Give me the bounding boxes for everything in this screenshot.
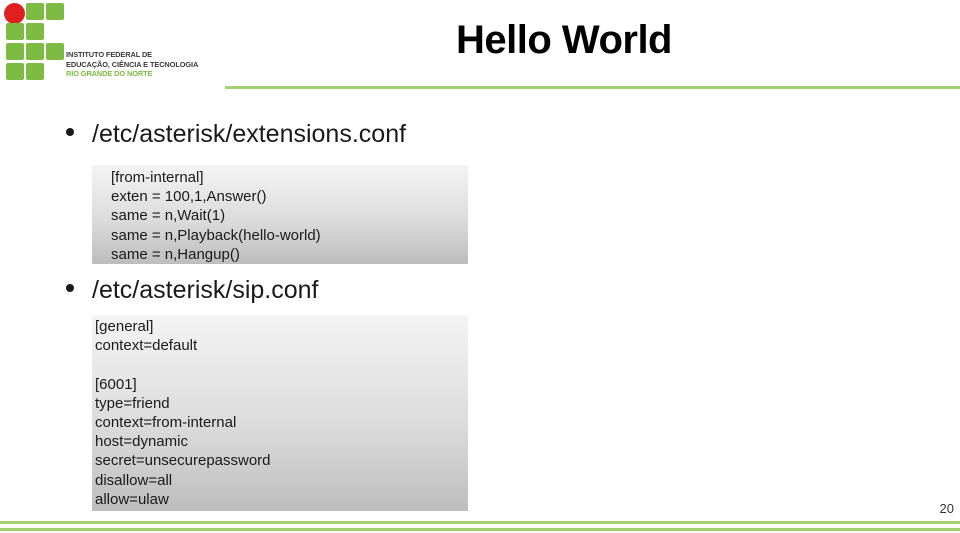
code-line: context=default — [95, 337, 198, 355]
logo-red-circle — [4, 3, 25, 24]
code-line: allow=ulaw — [95, 490, 169, 508]
code-line: host=dynamic — [95, 433, 188, 451]
logo-square — [26, 63, 44, 80]
bullet-icon — [66, 128, 74, 136]
bullet-item: /etc/asterisk/extensions.conf — [66, 120, 406, 149]
code-line: [from-internal] — [111, 169, 204, 186]
code-line: type=friend — [95, 394, 170, 412]
logo-square — [6, 43, 24, 60]
logo-line-1: INSTITUTO FEDERAL DE — [66, 50, 153, 59]
logo-square — [26, 3, 44, 20]
logo-square — [46, 3, 64, 20]
code-block-sip: [general] context=default [6001] type=fr… — [92, 315, 468, 511]
code-line: secret=unsecurepassword — [95, 452, 271, 470]
code-line: [6001] — [95, 375, 137, 393]
logo-line-3: RIO GRANDE DO NORTE — [66, 69, 153, 79]
logo-square — [26, 43, 44, 60]
logo-square — [6, 23, 24, 40]
bullet-label: /etc/asterisk/extensions.conf — [92, 120, 407, 148]
logo-line-2: EDUCAÇÃO, CIÊNCIA E TECNOLOGIA — [66, 59, 199, 69]
code-line: same = n,Wait(1) — [111, 207, 226, 225]
code-line: [general] — [95, 318, 154, 335]
bullet-item: /etc/asterisk/sip.conf — [66, 276, 318, 305]
logo-square — [26, 23, 44, 40]
code-block-extensions: [from-internal] exten = 100,1,Answer() s… — [92, 165, 468, 264]
code-line: context=from-internal — [95, 413, 237, 431]
bullet-icon — [66, 284, 74, 292]
logo-text: INSTITUTO FEDERAL DE EDUCAÇÃO, CIÊNCIA E… — [66, 50, 198, 79]
footer-rule — [0, 528, 960, 531]
code-line: same = n,Playback(hello-world) — [111, 226, 321, 244]
slide-title: Hello World — [456, 18, 672, 62]
code-line: same = n,Hangup() — [111, 245, 240, 263]
code-line: exten = 100,1,Answer() — [111, 188, 267, 206]
code-line: disallow=all — [95, 471, 173, 489]
logo-square — [46, 43, 64, 60]
page-number: 20 — [939, 501, 954, 516]
institution-logo: INSTITUTO FEDERAL DE EDUCAÇÃO, CIÊNCIA E… — [0, 0, 220, 90]
footer-rule — [0, 521, 960, 524]
title-underline — [225, 86, 960, 89]
bullet-label: /etc/asterisk/sip.conf — [92, 276, 319, 304]
logo-square — [6, 63, 24, 80]
